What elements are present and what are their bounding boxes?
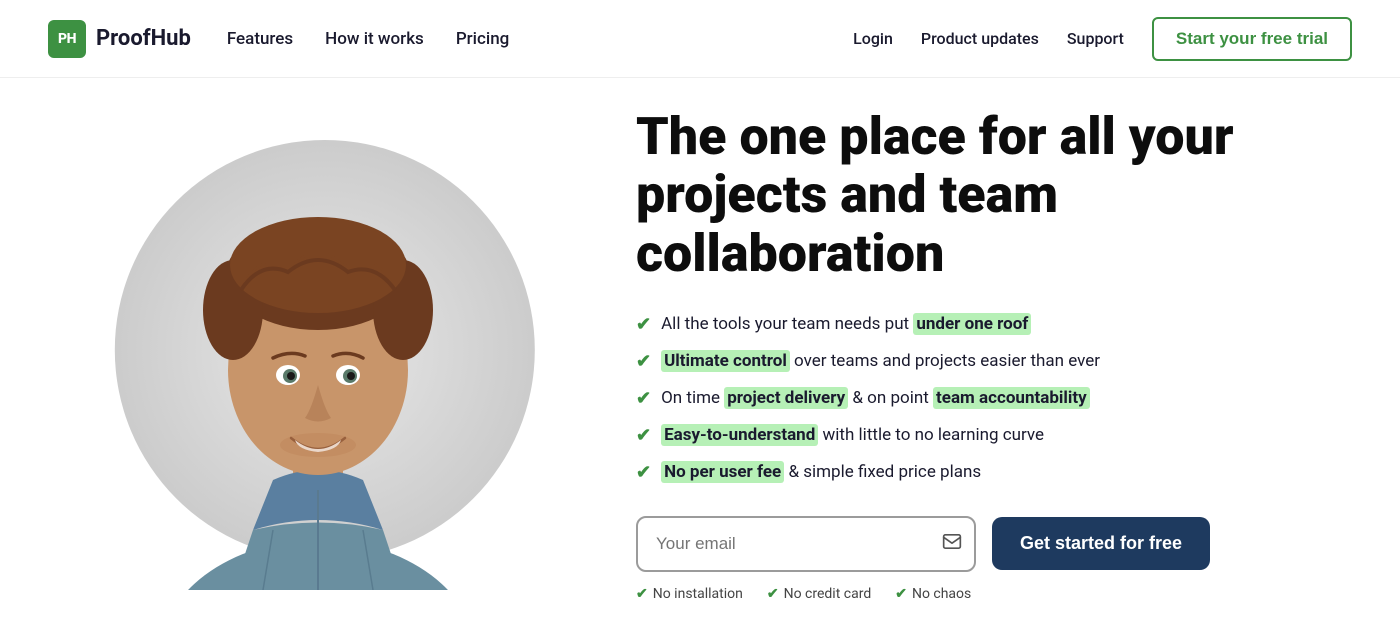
- hero-image-section: [0, 78, 616, 622]
- cta-row: Get started for free: [636, 516, 1340, 572]
- main-nav: Features How it works Pricing: [227, 29, 509, 49]
- feature-text-1: All the tools your team needs put under …: [661, 312, 1031, 338]
- badge-label-1: No installation: [653, 586, 743, 602]
- badge-no-installation: ✔ No installation: [636, 586, 743, 602]
- feature-item-2: ✔ Ultimate control over teams and projec…: [636, 348, 1340, 375]
- highlight-4: Easy-to-understand: [661, 424, 818, 446]
- support-link[interactable]: Support: [1067, 29, 1124, 48]
- feature-text-2: Ultimate control over teams and projects…: [661, 349, 1100, 375]
- badge-check-1: ✔: [636, 586, 648, 602]
- logo-text: ProofHub: [96, 26, 191, 51]
- feature-item-3: ✔ On time project delivery & on point te…: [636, 385, 1340, 412]
- header-right: Login Product updates Support Start your…: [853, 17, 1352, 61]
- logo[interactable]: PH ProofHub: [48, 20, 191, 58]
- highlight-3b: team accountability: [933, 387, 1090, 409]
- feature-text-5: No per user fee & simple fixed price pla…: [661, 460, 981, 486]
- highlight-1: under one roof: [913, 313, 1031, 335]
- highlight-5: No per user fee: [661, 461, 784, 483]
- email-input[interactable]: [636, 516, 976, 572]
- feature-item-5: ✔ No per user fee & simple fixed price p…: [636, 459, 1340, 486]
- bottom-badges: ✔ No installation ✔ No credit card ✔ No …: [636, 586, 1340, 602]
- badge-no-chaos: ✔ No chaos: [895, 586, 971, 602]
- check-icon-5: ✔: [636, 459, 651, 486]
- nav-how-it-works[interactable]: How it works: [325, 29, 424, 49]
- feature-text-3: On time project delivery & on point team…: [661, 386, 1090, 412]
- login-link[interactable]: Login: [853, 29, 893, 48]
- get-started-button[interactable]: Get started for free: [992, 517, 1210, 570]
- logo-icon: PH: [48, 20, 86, 58]
- feature-item-4: ✔ Easy-to-understand with little to no l…: [636, 422, 1340, 449]
- nav-pricing[interactable]: Pricing: [456, 29, 510, 49]
- hero-person-image: [133, 110, 503, 590]
- feature-item-1: ✔ All the tools your team needs put unde…: [636, 311, 1340, 338]
- badge-no-credit-card: ✔ No credit card: [767, 586, 871, 602]
- hero-content: The one place for all your projects and …: [616, 78, 1400, 622]
- badge-check-2: ✔: [767, 586, 779, 602]
- badge-label-2: No credit card: [784, 586, 872, 602]
- nav-features[interactable]: Features: [227, 29, 293, 49]
- check-icon-3: ✔: [636, 385, 651, 412]
- highlight-2: Ultimate control: [661, 350, 790, 372]
- hero-title: The one place for all your projects and …: [636, 108, 1340, 283]
- feature-text-4: Easy-to-understand with little to no lea…: [661, 423, 1044, 449]
- email-icon: [942, 531, 962, 556]
- features-list: ✔ All the tools your team needs put unde…: [636, 311, 1340, 486]
- badge-label-3: No chaos: [912, 586, 971, 602]
- badge-check-3: ✔: [895, 586, 907, 602]
- email-input-wrapper: [636, 516, 976, 572]
- check-icon-1: ✔: [636, 311, 651, 338]
- check-icon-2: ✔: [636, 348, 651, 375]
- highlight-3a: project delivery: [724, 387, 848, 409]
- start-trial-button[interactable]: Start your free trial: [1152, 17, 1352, 61]
- check-icon-4: ✔: [636, 422, 651, 449]
- product-updates-link[interactable]: Product updates: [921, 29, 1039, 48]
